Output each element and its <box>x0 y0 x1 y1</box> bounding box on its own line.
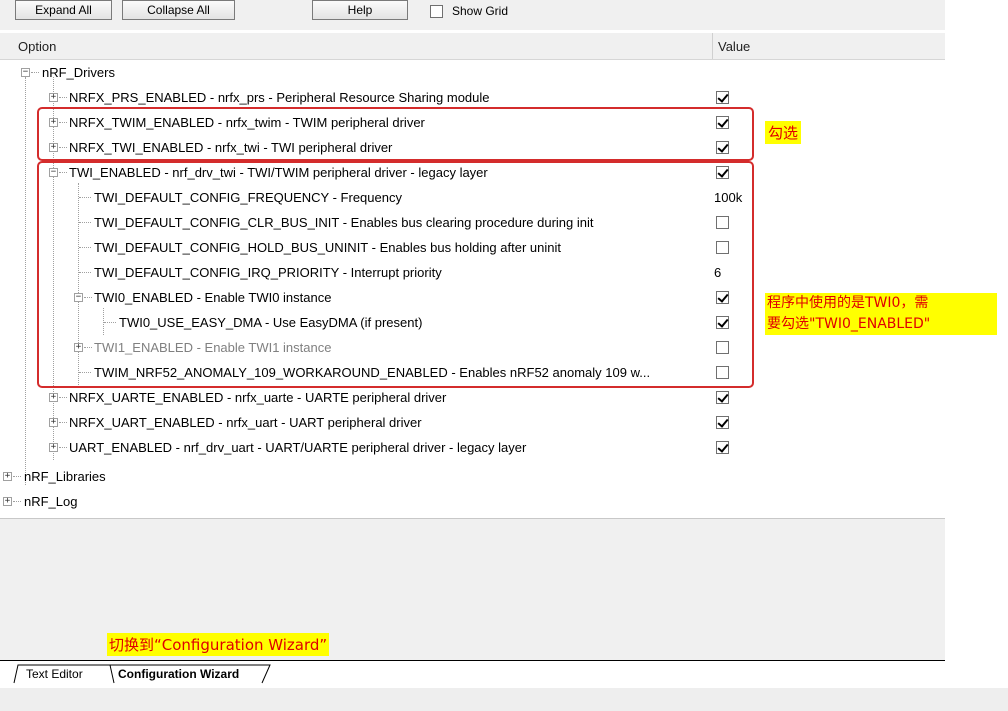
annotation-twi0: 程序中使用的是TWI0，需 要勾选"TWI0_ENABLED" <box>765 293 997 335</box>
collapse-icon[interactable]: − <box>21 68 30 77</box>
tree-item-uart[interactable]: + NRFX_UART_ENABLED - nrfx_uart - UART p… <box>0 410 945 435</box>
tree-item-label: NRFX_UART_ENABLED - nrfx_uart - UART per… <box>69 415 422 430</box>
help-button[interactable]: Help <box>312 0 408 20</box>
editor-tab-bar: Text Editor Configuration Wizard <box>0 660 945 688</box>
tree-item-label: nRF_Libraries <box>24 469 106 484</box>
tree-item-nrf-libraries[interactable]: + nRF_Libraries <box>0 464 945 489</box>
expand-icon[interactable]: + <box>49 393 58 402</box>
tree-item-label: NRFX_PRS_ENABLED - nrfx_prs - Peripheral… <box>69 90 490 105</box>
tree-item-label: NRFX_UARTE_ENABLED - nrfx_uarte - UARTE … <box>69 390 447 405</box>
tree-connector <box>59 397 67 398</box>
tree-item-label: nRF_Drivers <box>42 65 115 80</box>
tree-connector <box>13 501 21 502</box>
tree-item-label: nRF_Log <box>24 494 78 509</box>
uarte-enabled-checkbox[interactable] <box>716 391 729 404</box>
annotation-box-twim-twi <box>37 107 754 161</box>
annotation-check: 勾选 <box>765 121 802 144</box>
uart-enabled-checkbox[interactable] <box>716 416 729 429</box>
expand-icon[interactable]: + <box>3 472 12 481</box>
tab-configuration-wizard[interactable]: Configuration Wizard <box>118 664 239 684</box>
uart-legacy-enabled-checkbox[interactable] <box>716 441 729 454</box>
tree-connector <box>31 72 39 73</box>
annotation-switch-tab: 切换到“Configuration Wizard” <box>107 633 330 656</box>
annotation-box-twi-legacy <box>37 161 754 388</box>
annotation-twi0-line1: 程序中使用的是TWI0，需 <box>767 295 929 311</box>
tree-item-uart-legacy[interactable]: + UART_ENABLED - nrf_drv_uart - UART/UAR… <box>0 435 945 460</box>
prs-enabled-checkbox[interactable] <box>716 91 729 104</box>
expand-icon[interactable]: + <box>49 93 58 102</box>
tree-item-label: UART_ENABLED - nrf_drv_uart - UART/UARTE… <box>69 440 527 455</box>
expand-icon[interactable]: + <box>49 443 58 452</box>
expand-all-button[interactable]: Expand All <box>15 0 112 20</box>
bottom-strip <box>0 688 1008 711</box>
expand-icon[interactable]: + <box>49 418 58 427</box>
tab-text-editor[interactable]: Text Editor <box>26 664 83 684</box>
tree-item-nrf-log[interactable]: + nRF_Log <box>0 489 945 514</box>
column-divider[interactable] <box>712 33 713 59</box>
column-header: Option Value <box>0 33 945 60</box>
tree-item-nrf-drivers[interactable]: − nRF_Drivers <box>0 60 945 85</box>
tree-connector <box>59 97 67 98</box>
expand-icon[interactable]: + <box>3 497 12 506</box>
collapse-all-button[interactable]: Collapse All <box>122 0 235 20</box>
show-grid-checkbox[interactable] <box>430 4 443 18</box>
annotation-twi0-line2: 要勾选"TWI0_ENABLED" <box>767 316 931 332</box>
toolbar: Expand All Collapse All Help Show Grid <box>0 0 945 30</box>
tree-connector <box>59 422 67 423</box>
show-grid-toggle[interactable]: Show Grid <box>430 2 508 20</box>
tree-connector <box>13 476 21 477</box>
show-grid-label: Show Grid <box>452 4 509 18</box>
value-column-header[interactable]: Value <box>718 39 750 54</box>
configuration-wizard-panel: Expand All Collapse All Help Show Grid O… <box>0 0 997 688</box>
option-column-header[interactable]: Option <box>18 39 56 54</box>
tree-connector <box>59 447 67 448</box>
tree-item-uarte[interactable]: + NRFX_UARTE_ENABLED - nrfx_uarte - UART… <box>0 385 945 410</box>
